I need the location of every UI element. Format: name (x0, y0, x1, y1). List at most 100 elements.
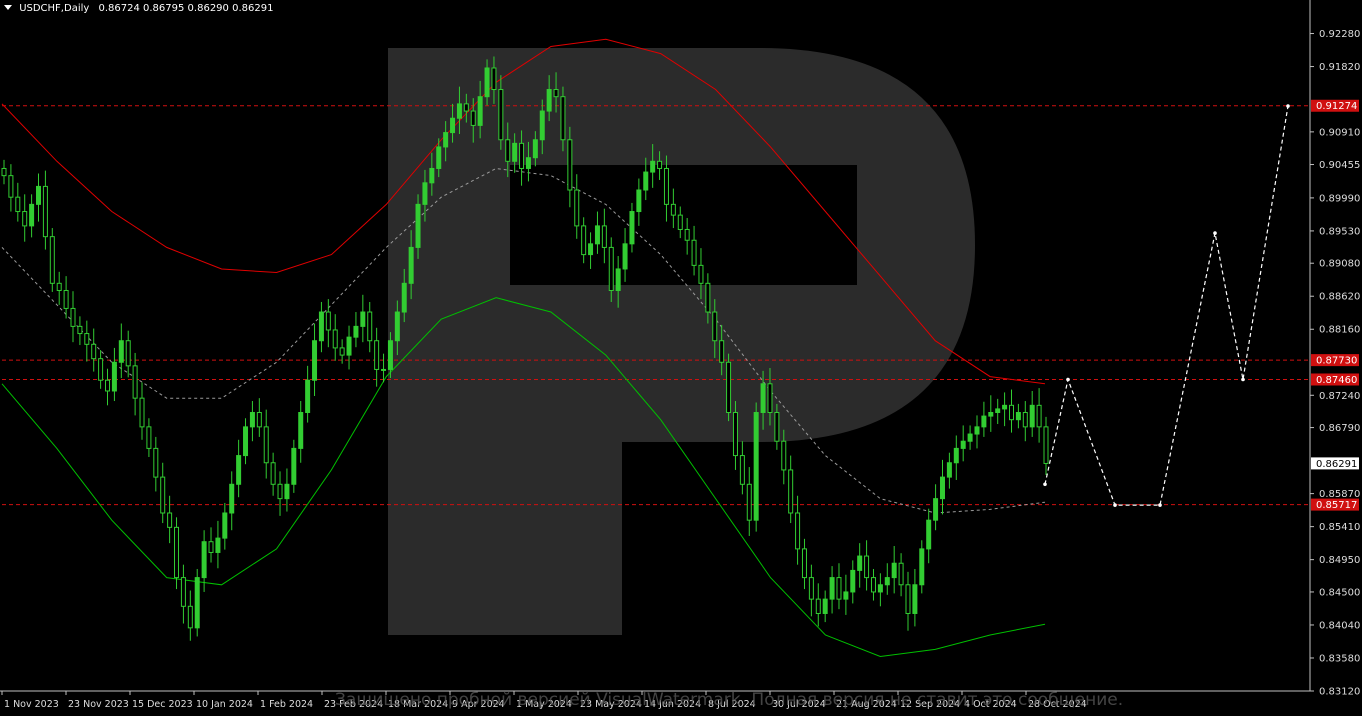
candle-body (905, 584, 911, 614)
candle-body (174, 526, 180, 579)
candle-body (84, 333, 90, 345)
candle-body (284, 483, 290, 500)
forecast-point (1043, 482, 1047, 487)
candle-body (657, 160, 663, 169)
candle-body (746, 483, 752, 521)
candle-body (387, 340, 393, 370)
y-tick-label: 0.91820 (1319, 62, 1360, 73)
candle-body (270, 462, 276, 485)
candle-body (705, 282, 711, 313)
candle-body (415, 203, 421, 248)
candle-body (429, 167, 435, 184)
candle-body (774, 412, 780, 442)
candle-body (760, 383, 766, 414)
candle-body (546, 89, 552, 112)
candle-body (974, 426, 980, 435)
candle-body (843, 591, 849, 600)
ohlc-values: 0.86724 0.86795 0.86290 0.86291 (98, 3, 274, 14)
candle-body (726, 361, 732, 414)
candle-body (360, 311, 366, 327)
candle-body (325, 311, 331, 331)
forecast-point (1286, 104, 1290, 108)
candle-body (615, 268, 621, 291)
candle-body (850, 569, 856, 593)
dropdown-triangle-icon[interactable] (4, 5, 12, 10)
watermark-text: Защищено пробной версией VisualWatermark… (335, 690, 1124, 710)
candle-body (160, 476, 166, 514)
candle-body (864, 555, 870, 579)
candle-body (63, 289, 69, 309)
candle-body (829, 577, 835, 600)
candle-body (491, 67, 497, 91)
candle-body (677, 214, 683, 230)
candle-body (229, 483, 235, 514)
y-tick-label: 0.83580 (1319, 653, 1360, 664)
candle-body (91, 343, 97, 360)
candle-body (877, 584, 883, 593)
x-tick-label: 10 Jan 2024 (196, 699, 253, 710)
candle-body (926, 519, 932, 550)
candle-body (698, 264, 704, 284)
candle-body (77, 325, 83, 335)
candle-body (291, 447, 297, 485)
candle-body (408, 246, 414, 284)
candle-body (1029, 404, 1035, 428)
candle-body (1, 167, 7, 177)
candle-body (498, 89, 504, 141)
candle-body (118, 340, 124, 363)
level-label: 0.91274 (1316, 101, 1357, 112)
candle-body (187, 605, 193, 629)
y-tick-label: 0.89990 (1319, 193, 1360, 204)
candle-body (981, 415, 987, 428)
candle-body (539, 110, 545, 141)
candle-body (581, 225, 587, 256)
candle-body (1022, 412, 1028, 428)
candle-body (208, 541, 214, 553)
candle-body (622, 243, 628, 270)
candle-body (125, 340, 131, 367)
candle-body (312, 340, 318, 381)
candle-body (8, 175, 14, 198)
candle-body (139, 397, 145, 428)
candle-body (463, 103, 469, 112)
candle-body (739, 455, 745, 485)
candle-body (684, 228, 690, 241)
forecast-point (1113, 503, 1117, 507)
candle-body (456, 103, 462, 119)
candle-body (346, 336, 352, 356)
candle-body (788, 469, 794, 514)
candle-body (22, 211, 28, 227)
candle-body (1002, 404, 1008, 410)
candle-body (967, 433, 973, 442)
candle-body (256, 412, 262, 428)
candle-body (933, 498, 939, 521)
level-label: 0.85717 (1316, 500, 1357, 511)
candle-body (553, 89, 559, 98)
candle-body (588, 243, 594, 256)
candle-body (98, 358, 104, 381)
candle-body (49, 236, 55, 284)
x-tick-label: 1 Nov 2023 (4, 699, 59, 710)
candle-body (884, 577, 890, 586)
candle-body (898, 562, 904, 586)
candle-body (42, 185, 48, 238)
y-tick-label: 0.84950 (1319, 555, 1360, 566)
candle-body (484, 67, 490, 98)
candle-body (215, 537, 221, 553)
y-tick-label: 0.86790 (1319, 423, 1360, 434)
candle-body (450, 117, 456, 134)
candle-body (394, 311, 400, 342)
candle-body (1036, 404, 1042, 428)
candle-body (891, 562, 897, 579)
candle-body (636, 189, 642, 213)
y-tick-label: 0.89530 (1319, 226, 1360, 237)
candle-body (781, 440, 787, 471)
candle-body (1015, 412, 1021, 421)
forecast-point (1066, 377, 1070, 382)
candle-body (194, 577, 200, 629)
y-tick-label: 0.88620 (1319, 292, 1360, 303)
candle-body (477, 96, 483, 126)
forecast-point (1158, 503, 1162, 507)
candle-body (167, 512, 173, 528)
candle-body (912, 584, 918, 614)
